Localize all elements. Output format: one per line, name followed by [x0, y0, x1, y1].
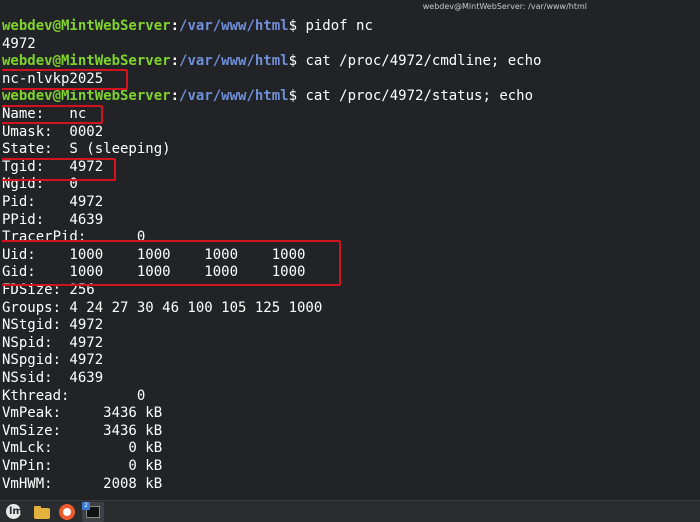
status-line-uid: Uid: 1000 1000 1000 1000 [2, 246, 306, 263]
prompt-path: /var/www/html [179, 18, 289, 34]
prompt-separator: : [170, 88, 180, 105]
output-pid: 4972 [2, 35, 36, 52]
terminal-output[interactable]: webdev@MintWebServer:/var/www/html$ pido… [2, 16, 698, 498]
status-line-state: State: S (sleeping) [2, 141, 171, 158]
status-line-umask: Umask: 0002 [2, 123, 104, 140]
status-line-vmsize: VmSize: 3436 kB [2, 422, 163, 439]
command-text: cat /proc/4972/cmdline; echo [305, 53, 542, 70]
status-line-nssid: NSsid: 4639 [2, 370, 104, 386]
prompt-path: /var/www/html [179, 88, 289, 105]
status-line-vmpeak: VmPeak: 3436 kB [2, 405, 163, 422]
menu-button[interactable]: lm [5, 503, 23, 521]
status-line-tracerpid: TracerPid: 0 [2, 229, 146, 246]
status-line-vmlck: VmLck: 0 kB [2, 440, 163, 457]
prompt-separator: : [170, 53, 180, 70]
status-line-nspgid: NSpgid: 4972 [2, 352, 104, 369]
prompt-user-host: webdev@MintWebServer [2, 53, 171, 70]
status-line-name: Name: nc [2, 106, 87, 122]
terminal-window-button[interactable]: 2 [82, 502, 104, 522]
status-line-kthread: Kthread: 0 [2, 387, 146, 404]
status-line-ppid: PPid: 4639 [2, 211, 104, 228]
command-text: pidof nc [305, 18, 373, 34]
folder-icon [34, 508, 50, 519]
status-line-tgid: Tgid: 4972 [2, 158, 104, 175]
status-line-fdsize: FDSize: 256 [2, 282, 95, 298]
prompt-line-2: webdev@MintWebServer:/var/www/html$ cat … [2, 53, 541, 71]
status-line-nspid: NSpid: 4972 [2, 334, 104, 351]
status-line-pid: Pid: 4972 [2, 194, 104, 210]
status-line-gid: Gid: 1000 1000 1000 1000 [2, 264, 306, 281]
window-titlebar: webdev@MintWebServer: /var/www/html [0, 0, 700, 16]
window-count-badge: 2 [82, 502, 90, 510]
prompt-symbol: $ [288, 53, 306, 70]
status-line-vmpin: VmPin: 0 kB [2, 458, 163, 474]
prompt-symbol: $ [288, 88, 306, 105]
browser-launcher[interactable] [58, 503, 76, 521]
prompt-separator: : [170, 18, 180, 34]
output-cmdline: nc-nlvkp2025 [2, 70, 104, 87]
status-line-nstgid: NStgid: 4972 [2, 317, 104, 334]
prompt-path: /var/www/html [179, 53, 289, 70]
command-text: cat /proc/4972/status; echo [305, 88, 534, 105]
prompt-user-host: webdev@MintWebServer [2, 88, 171, 105]
files-launcher[interactable] [33, 503, 51, 521]
window-title: webdev@MintWebServer: /var/www/html [422, 2, 587, 11]
taskbar: lm 2 [0, 500, 700, 522]
status-line-groups: Groups: 4 24 27 30 46 100 105 125 1000 [2, 299, 323, 316]
prompt-user-host: webdev@MintWebServer [2, 18, 171, 34]
prompt-line-3: webdev@MintWebServer:/var/www/html$ cat … [2, 88, 533, 106]
prompt-symbol: $ [288, 18, 306, 34]
prompt-line-1: webdev@MintWebServer:/var/www/html$ pido… [2, 18, 373, 36]
status-line-vmhwm: VmHWM: 2008 kB [2, 475, 163, 492]
status-line-ngid: Ngid: 0 [2, 176, 78, 193]
